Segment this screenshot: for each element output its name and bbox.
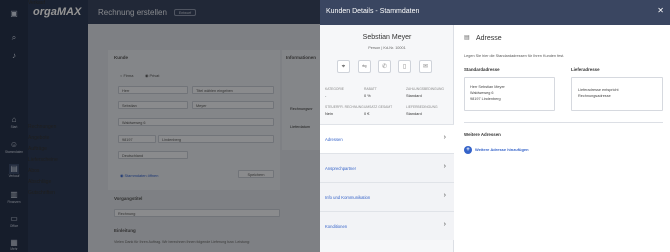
liefer-label: Lieferbedingung bbox=[406, 105, 438, 109]
section-adressen[interactable]: Adressen › bbox=[320, 124, 454, 153]
car-icon[interactable]: ⇋ bbox=[358, 60, 371, 73]
modal-title: Kunden Details - Stammdaten bbox=[326, 8, 420, 15]
umsatz-value: 0 € bbox=[364, 111, 370, 116]
customer-number: Person | Kd-Nr. 10001 bbox=[368, 46, 406, 50]
close-icon[interactable]: ✕ bbox=[657, 6, 664, 15]
chevron-right-icon: › bbox=[443, 134, 446, 141]
section-adressen-label: Adressen bbox=[325, 137, 343, 142]
rabatt-value: 0 % bbox=[364, 93, 371, 98]
zahlung-label: Zahlungsbedingung bbox=[406, 87, 444, 91]
section-ansprechpartner-label: Ansprechpartner bbox=[325, 166, 356, 171]
section-info-kommunikation[interactable]: Info und Kommunikation › bbox=[320, 182, 454, 211]
kategorie-label: Kategorie bbox=[325, 87, 344, 91]
delivery-address-card[interactable]: Lieferadresse entspricht Rechnungsadress… bbox=[571, 77, 663, 111]
customer-summary-pane: Sebstian Meyer Person | Kd-Nr. 10001 ⌖ ⇋… bbox=[320, 25, 454, 252]
zahlung-value: Standard bbox=[406, 93, 422, 98]
plus-icon: + bbox=[464, 146, 472, 154]
address-description: Legen Sie hier die Standardadressen für … bbox=[464, 54, 565, 58]
section-ansprechpartner[interactable]: Ansprechpartner › bbox=[320, 153, 454, 182]
modal-header: Kunden Details - Stammdaten ✕ bbox=[320, 0, 670, 25]
location-icon[interactable]: ⌖ bbox=[337, 60, 350, 73]
more-addresses-label: Weitere Adressen bbox=[464, 132, 501, 137]
section-info-label: Info und Kommunikation bbox=[325, 195, 371, 200]
delivery-address-line: Rechnungsadresse bbox=[578, 94, 611, 98]
mail-icon[interactable]: ✉ bbox=[419, 60, 432, 73]
steuer-value: Nein bbox=[325, 111, 334, 116]
address-title: Adresse bbox=[476, 35, 502, 42]
standard-address-line: 98197 Lindenberg bbox=[470, 97, 501, 101]
add-address-label: Weitere Adresse hinzufügen bbox=[475, 147, 529, 153]
address-book-icon: ▤ bbox=[464, 35, 470, 41]
section-konditionen-label: Konditionen bbox=[325, 224, 348, 229]
add-address-button[interactable]: + Weitere Adresse hinzufügen bbox=[464, 146, 529, 154]
rabatt-label: Rabatt bbox=[364, 87, 377, 91]
kategorie-value: - bbox=[325, 93, 327, 98]
kunden-details-modal: Kunden Details - Stammdaten ✕ Sebstian M… bbox=[320, 0, 670, 252]
chevron-right-icon: › bbox=[443, 192, 446, 199]
chevron-right-icon: › bbox=[443, 221, 446, 228]
liefer-value: Standard bbox=[406, 111, 422, 116]
customer-name: Sebstian Meyer bbox=[362, 34, 412, 41]
mobile-icon[interactable]: ▯ bbox=[398, 60, 411, 73]
address-pane: ▤ Adresse Legen Sie hier die Standardadr… bbox=[454, 25, 670, 252]
section-konditionen[interactable]: Konditionen › bbox=[320, 211, 454, 240]
chevron-right-icon: › bbox=[443, 163, 446, 170]
umsatz-label: Umsatz gesamt bbox=[364, 105, 393, 109]
steuer-label: Steuerfr. Rechnung bbox=[325, 105, 364, 109]
phone-icon[interactable]: ✆ bbox=[378, 60, 391, 73]
standard-address-card[interactable]: Herr Sebstian Meyer Waldweweg 6 98197 Li… bbox=[464, 77, 555, 111]
modal-backdrop[interactable] bbox=[0, 0, 320, 252]
delivery-address-label: Lieferadresse bbox=[571, 67, 600, 72]
standard-address-label: Standardadresse bbox=[464, 67, 500, 72]
divider bbox=[464, 122, 663, 123]
